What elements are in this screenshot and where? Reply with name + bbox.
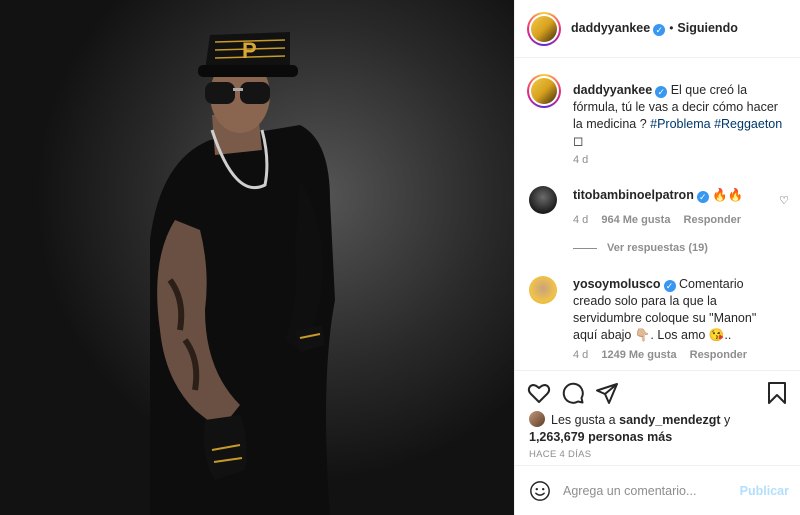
verified-badge-icon: ✓ xyxy=(663,280,676,292)
commenter-avatar[interactable] xyxy=(529,186,557,214)
likes-connector: y xyxy=(724,413,731,427)
bookmark-icon[interactable] xyxy=(765,381,789,405)
comment-like-heart-icon[interactable]: ♡ xyxy=(779,194,789,207)
caption-time[interactable]: 4 d xyxy=(573,154,588,166)
box-glyph: ◻ xyxy=(573,134,584,148)
likes-summary: Les gusta a sandy_mendezgt y 1,263,679 p… xyxy=(529,411,730,446)
add-comment-bar: Publicar xyxy=(515,465,800,515)
comment-icon[interactable] xyxy=(561,381,585,405)
likes-count[interactable]: 1,263,679 personas más xyxy=(529,430,672,444)
svg-text:P: P xyxy=(242,38,257,63)
reply-button[interactable]: Responder xyxy=(690,349,747,361)
view-replies-label: Ver respuestas (19) xyxy=(607,242,708,254)
comment-meta: 4 d 964 Me gusta Responder xyxy=(573,214,741,226)
comment-likes[interactable]: 1249 Me gusta xyxy=(601,349,676,361)
liker-avatar[interactable] xyxy=(529,411,545,427)
caption-avatar[interactable] xyxy=(527,74,561,108)
verified-badge-icon: ✓ xyxy=(696,191,709,203)
comment-input[interactable] xyxy=(563,480,733,502)
author-avatar[interactable] xyxy=(527,12,561,46)
paper-plane-icon[interactable] xyxy=(595,381,619,405)
smiley-icon[interactable] xyxy=(529,480,551,502)
post-photo-illustration: P xyxy=(0,0,514,515)
comment-body: titobambinoelpatron ✓ 🔥🔥 xyxy=(573,187,769,204)
comment-likes[interactable]: 964 Me gusta xyxy=(601,214,670,226)
separator-dot: • xyxy=(669,21,674,35)
verified-badge-icon: ✓ xyxy=(653,24,666,36)
comment-meta: 4 d 1249 Me gusta Responder xyxy=(573,349,747,361)
view-replies-button[interactable]: Ver respuestas (19) xyxy=(573,242,708,254)
likes-prefix: Les gusta a xyxy=(551,413,616,427)
liker-username[interactable]: sandy_mendezgt xyxy=(619,413,720,427)
author-username[interactable]: daddyyankee xyxy=(571,21,650,35)
following-button[interactable]: Siguiendo xyxy=(677,21,737,35)
comment-text: 🔥🔥 xyxy=(712,188,744,202)
caption-username[interactable]: daddyyankee xyxy=(573,83,652,97)
verified-badge-icon: ✓ xyxy=(655,86,668,98)
hashtag-reggaeton[interactable]: #Reggaeton xyxy=(714,117,782,131)
comment-body: yosoymolusco ✓ Comentario creado solo par… xyxy=(573,276,769,344)
commenter-avatar[interactable] xyxy=(529,276,557,304)
hashtag-problema[interactable]: #Problema xyxy=(650,117,710,131)
heart-icon[interactable] xyxy=(527,381,551,405)
publish-button[interactable]: Publicar xyxy=(740,484,789,498)
post-details-panel: daddyyankee ✓ • Siguiendo daddyyankee ✓ El q… xyxy=(514,0,800,515)
post-timestamp[interactable]: HACE 4 DÍAS xyxy=(529,449,591,460)
reply-button[interactable]: Responder xyxy=(684,214,741,226)
comment-time[interactable]: 4 d xyxy=(573,214,588,226)
commenter-username[interactable]: titobambinoelpatron xyxy=(573,188,694,202)
comment-time[interactable]: 4 d xyxy=(573,349,588,361)
post-header: daddyyankee ✓ • Siguiendo xyxy=(515,0,800,58)
caption-body: daddyyankee ✓ El que creó la fórmula, tú … xyxy=(573,82,791,150)
commenter-username[interactable]: yosoymolusco xyxy=(573,277,661,291)
post-photo[interactable]: P xyxy=(0,0,514,515)
replies-divider xyxy=(573,247,597,249)
post-actions: Les gusta a sandy_mendezgt y 1,263,679 p… xyxy=(515,370,800,470)
